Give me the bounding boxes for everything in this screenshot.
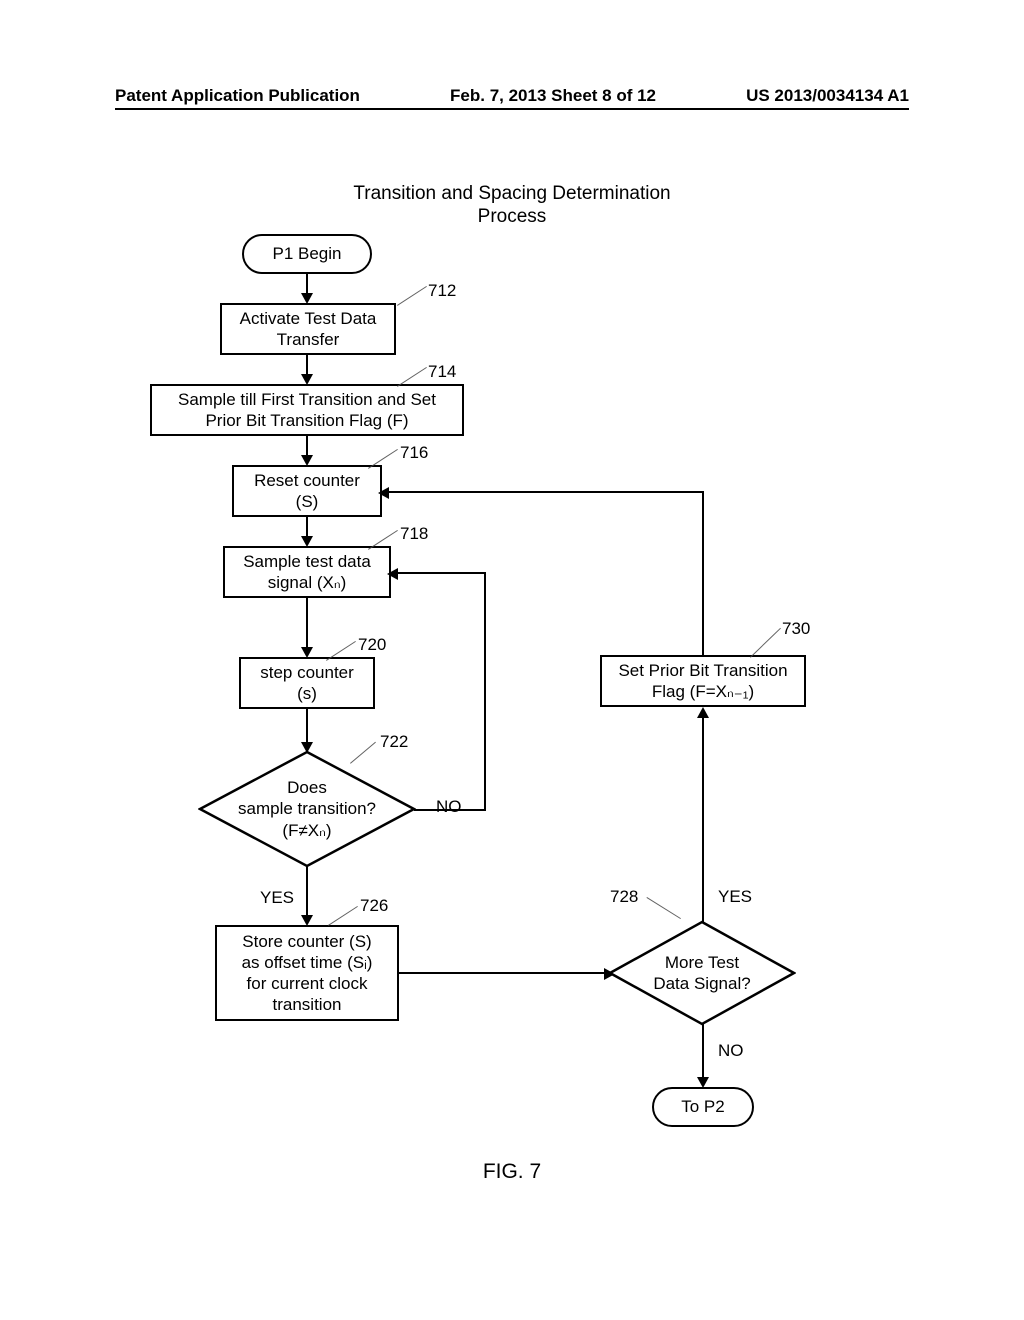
figure-label: FIG. 7	[0, 1160, 1024, 1184]
leader-line	[750, 628, 781, 658]
arrowhead-icon	[378, 487, 389, 499]
ref-730: 730	[782, 619, 810, 639]
edge-label-yes2: YES	[716, 887, 754, 907]
header-rule	[115, 108, 909, 110]
terminator-begin-label: P1 Begin	[273, 243, 342, 264]
header-center: Feb. 7, 2013 Sheet 8 of 12	[450, 86, 656, 106]
decision-722: Does sample transition? (F≠Xₙ)	[198, 750, 416, 868]
terminator-end-label: To P2	[681, 1096, 724, 1117]
leader-line	[397, 286, 427, 306]
ref-726: 726	[360, 896, 388, 916]
diagram-title-line2: Process	[0, 206, 1024, 228]
leader-line	[328, 906, 358, 926]
process-720-label: step counter (s)	[260, 662, 354, 705]
edge	[484, 572, 486, 811]
edge	[399, 972, 609, 974]
header-right: US 2013/0034134 A1	[746, 86, 909, 106]
leader-line	[368, 449, 398, 469]
process-720: step counter (s)	[239, 657, 375, 709]
process-714: Sample till First Transition and Set Pri…	[150, 384, 464, 436]
decision-728-label: More Test Data Signal?	[649, 952, 754, 995]
edge	[702, 491, 704, 655]
ref-716: 716	[400, 443, 428, 463]
edge	[306, 866, 308, 922]
process-712: Activate Test Data Transfer	[220, 303, 396, 355]
edge	[414, 809, 484, 811]
ref-728: 728	[610, 887, 638, 907]
diagram-title-line1: Transition and Spacing Determination	[0, 183, 1024, 205]
process-714-label: Sample till First Transition and Set Pri…	[178, 389, 436, 432]
decision-722-label: Does sample transition? (F≠Xₙ)	[234, 777, 380, 841]
ref-722: 722	[380, 732, 408, 752]
decision-728: More Test Data Signal?	[608, 920, 796, 1026]
edge	[382, 491, 704, 493]
edge-label-no2: NO	[716, 1041, 746, 1061]
process-718-label: Sample test data signal (Xₙ)	[243, 551, 371, 594]
edge	[391, 572, 486, 574]
process-716-label: Reset counter (S)	[254, 470, 360, 513]
edge	[306, 598, 308, 654]
edge	[702, 711, 704, 922]
ref-718: 718	[400, 524, 428, 544]
terminator-begin: P1 Begin	[242, 234, 372, 274]
header-left: Patent Application Publication	[115, 86, 360, 106]
process-716: Reset counter (S)	[232, 465, 382, 517]
edge-label-yes: YES	[258, 888, 296, 908]
edge	[702, 1024, 704, 1084]
ref-720: 720	[358, 635, 386, 655]
process-718: Sample test data signal (Xₙ)	[223, 546, 391, 598]
arrowhead-icon	[387, 568, 398, 580]
process-712-label: Activate Test Data Transfer	[240, 308, 377, 351]
edge-label-no: NO	[434, 797, 464, 817]
process-730-label: Set Prior Bit Transition Flag (F=Xₙ₋₁)	[618, 660, 787, 703]
arrowhead-icon	[697, 707, 709, 718]
process-726: Store counter (S) as offset time (Sᵢ) fo…	[215, 925, 399, 1021]
leader-line	[646, 897, 680, 919]
page-header: Patent Application Publication Feb. 7, 2…	[0, 86, 1024, 106]
terminator-end: To P2	[652, 1087, 754, 1127]
ref-714: 714	[428, 362, 456, 382]
ref-712: 712	[428, 281, 456, 301]
process-726-label: Store counter (S) as offset time (Sᵢ) fo…	[242, 931, 373, 1016]
process-730: Set Prior Bit Transition Flag (F=Xₙ₋₁)	[600, 655, 806, 707]
